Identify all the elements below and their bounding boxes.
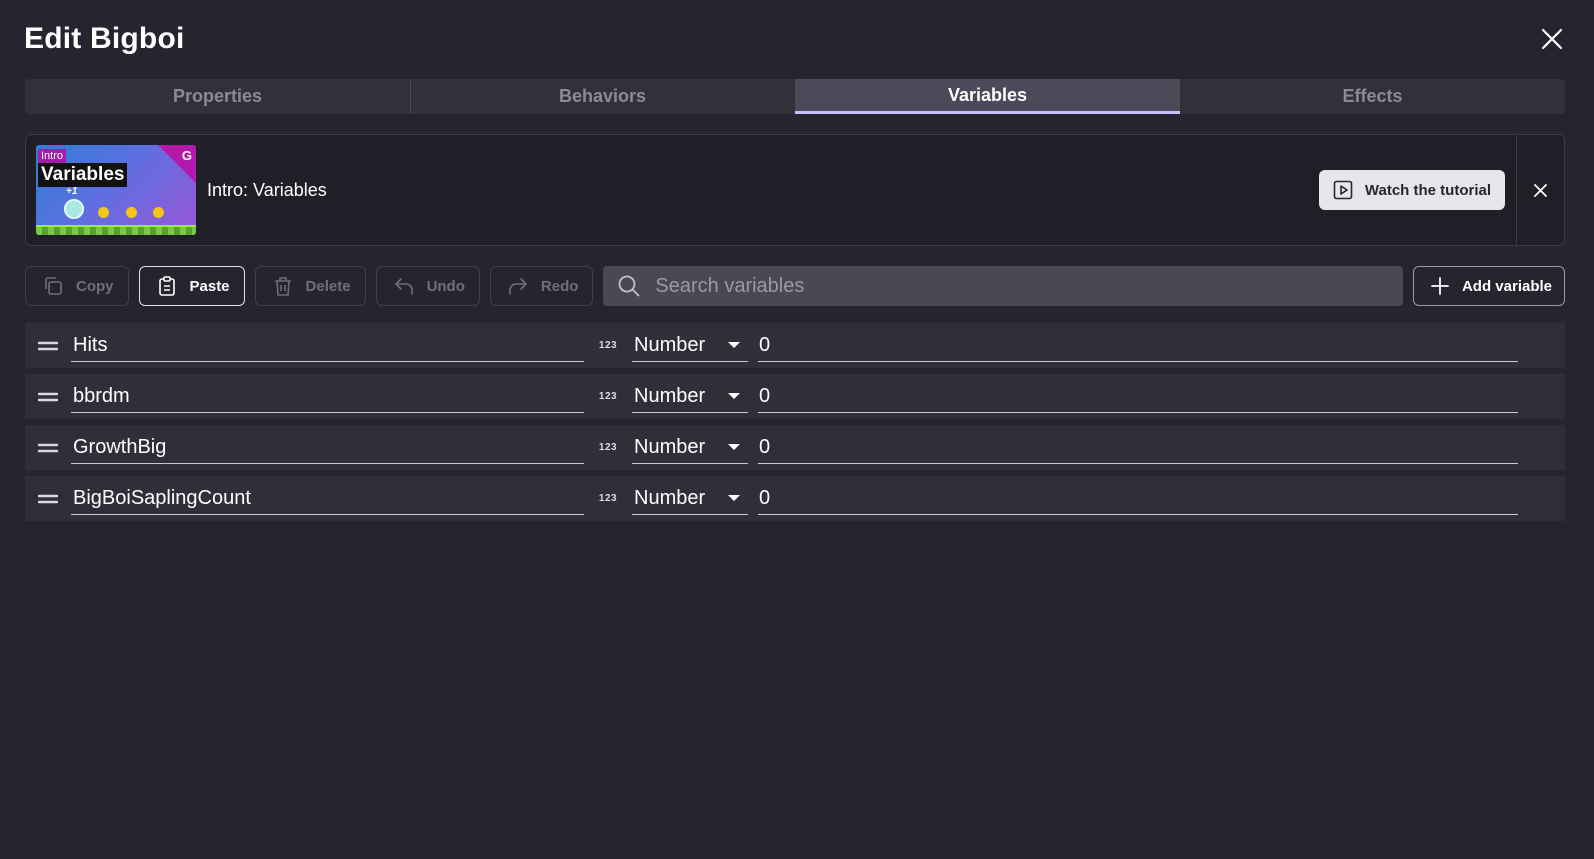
ghost-character-icon	[64, 199, 84, 219]
variable-row: bbrdm 123 Number 0	[25, 374, 1565, 419]
number-type-icon: 123	[598, 442, 618, 453]
redo-icon	[509, 278, 527, 295]
variable-type-select[interactable]: Number	[632, 381, 748, 413]
number-type-icon: 123	[598, 391, 618, 402]
caret-down-icon	[728, 342, 740, 348]
tab-properties[interactable]: Properties	[25, 79, 410, 114]
dialog-header: Edit Bigboi	[24, 14, 1570, 64]
add-variable-button[interactable]: Add variable	[1412, 266, 1565, 306]
drag-handle-icon	[38, 392, 58, 401]
drag-handle-icon	[38, 494, 58, 503]
variable-row: BigBoiSaplingCount 123 Number 0	[25, 476, 1565, 521]
caret-down-icon	[728, 444, 740, 450]
delete-button[interactable]: Delete	[254, 266, 366, 306]
undo-icon	[394, 278, 413, 295]
close-icon	[1534, 183, 1547, 197]
redo-button[interactable]: Redo	[489, 266, 594, 306]
number-type-icon: 123	[598, 493, 618, 504]
variable-type-label: Number	[634, 486, 706, 509]
delete-label: Delete	[305, 277, 351, 295]
variable-value-field[interactable]: 0	[758, 330, 1518, 362]
copy-icon	[45, 277, 62, 295]
variable-type-label: Number	[634, 333, 706, 356]
copy-button[interactable]: Copy	[25, 266, 129, 306]
dialog-title: Edit Bigboi	[24, 22, 185, 55]
drag-handle[interactable]	[25, 425, 71, 470]
thumbnail-tag: Intro	[38, 149, 67, 163]
drag-handle[interactable]	[25, 323, 71, 368]
search-icon	[618, 275, 640, 297]
plus-icon	[1431, 277, 1449, 295]
thumbnail-title: Variables	[38, 163, 128, 187]
tutorial-label: Intro: Variables	[207, 179, 327, 200]
edit-object-dialog: Edit Bigboi Properties Behaviors Variabl…	[0, 0, 1594, 859]
coin-icon	[153, 207, 164, 218]
tutorial-thumbnail[interactable]: G Intro Variables +1	[36, 145, 196, 235]
drag-handle-icon	[38, 341, 58, 350]
variable-type-label: Number	[634, 384, 706, 407]
variable-type-label: Number	[634, 435, 706, 458]
close-icon	[1541, 28, 1563, 50]
paste-button[interactable]: Paste	[138, 266, 245, 306]
tab-bar: Properties Behaviors Variables Effects	[25, 79, 1565, 114]
thumbnail-ground	[36, 225, 196, 235]
variables-toolbar: Copy Paste Delete Undo Redo Search varia…	[25, 266, 1565, 306]
trash-icon	[274, 277, 291, 296]
variable-type-select[interactable]: Number	[632, 330, 748, 362]
variables-list: Hits 123 Number 0 bbrdm 123 Number 0 Gro…	[25, 323, 1565, 527]
paste-label: Paste	[189, 277, 230, 295]
variable-row: Hits 123 Number 0	[25, 323, 1565, 368]
tab-behaviors[interactable]: Behaviors	[410, 79, 795, 114]
play-icon	[1333, 180, 1353, 200]
caret-down-icon	[728, 495, 740, 501]
variable-type-select[interactable]: Number	[632, 483, 748, 515]
watch-tutorial-label: Watch the tutorial	[1364, 181, 1491, 199]
variable-name-field[interactable]: bbrdm	[71, 381, 584, 413]
variable-value-field[interactable]: 0	[758, 432, 1518, 464]
variable-type-select[interactable]: Number	[632, 432, 748, 464]
variable-name-field[interactable]: Hits	[71, 330, 584, 362]
undo-button[interactable]: Undo	[375, 266, 480, 306]
caret-down-icon	[728, 393, 740, 399]
drag-handle-icon	[38, 443, 58, 452]
coin-icon	[98, 207, 109, 218]
clipboard-icon	[158, 276, 175, 296]
gdevelop-logo-icon: G	[181, 148, 192, 163]
search-box	[603, 266, 1403, 306]
dismiss-tutorial-button[interactable]	[1516, 135, 1564, 245]
copy-label: Copy	[76, 277, 114, 295]
undo-label: Undo	[426, 277, 465, 295]
variable-value-field[interactable]: 0	[758, 483, 1518, 515]
variable-name-field[interactable]: BigBoiSaplingCount	[71, 483, 584, 515]
add-variable-label: Add variable	[1461, 277, 1552, 295]
number-type-icon: 123	[598, 340, 618, 351]
tutorial-card: G Intro Variables +1 Intro: Variables Wa…	[25, 134, 1565, 246]
thumbnail-plus: +1	[66, 186, 78, 197]
close-dialog-button[interactable]	[1534, 21, 1570, 57]
variable-name-field[interactable]: GrowthBig	[71, 432, 584, 464]
watch-tutorial-button[interactable]: Watch the tutorial	[1318, 170, 1505, 210]
coin-icon	[126, 207, 137, 218]
drag-handle[interactable]	[25, 476, 71, 521]
drag-handle[interactable]	[25, 374, 71, 419]
redo-label: Redo	[540, 277, 579, 295]
variable-value-field[interactable]: 0	[758, 381, 1518, 413]
tab-effects[interactable]: Effects	[1180, 79, 1565, 114]
variable-row: GrowthBig 123 Number 0	[25, 425, 1565, 470]
tab-variables[interactable]: Variables	[795, 79, 1180, 114]
search-variables-input[interactable]	[655, 274, 1403, 298]
